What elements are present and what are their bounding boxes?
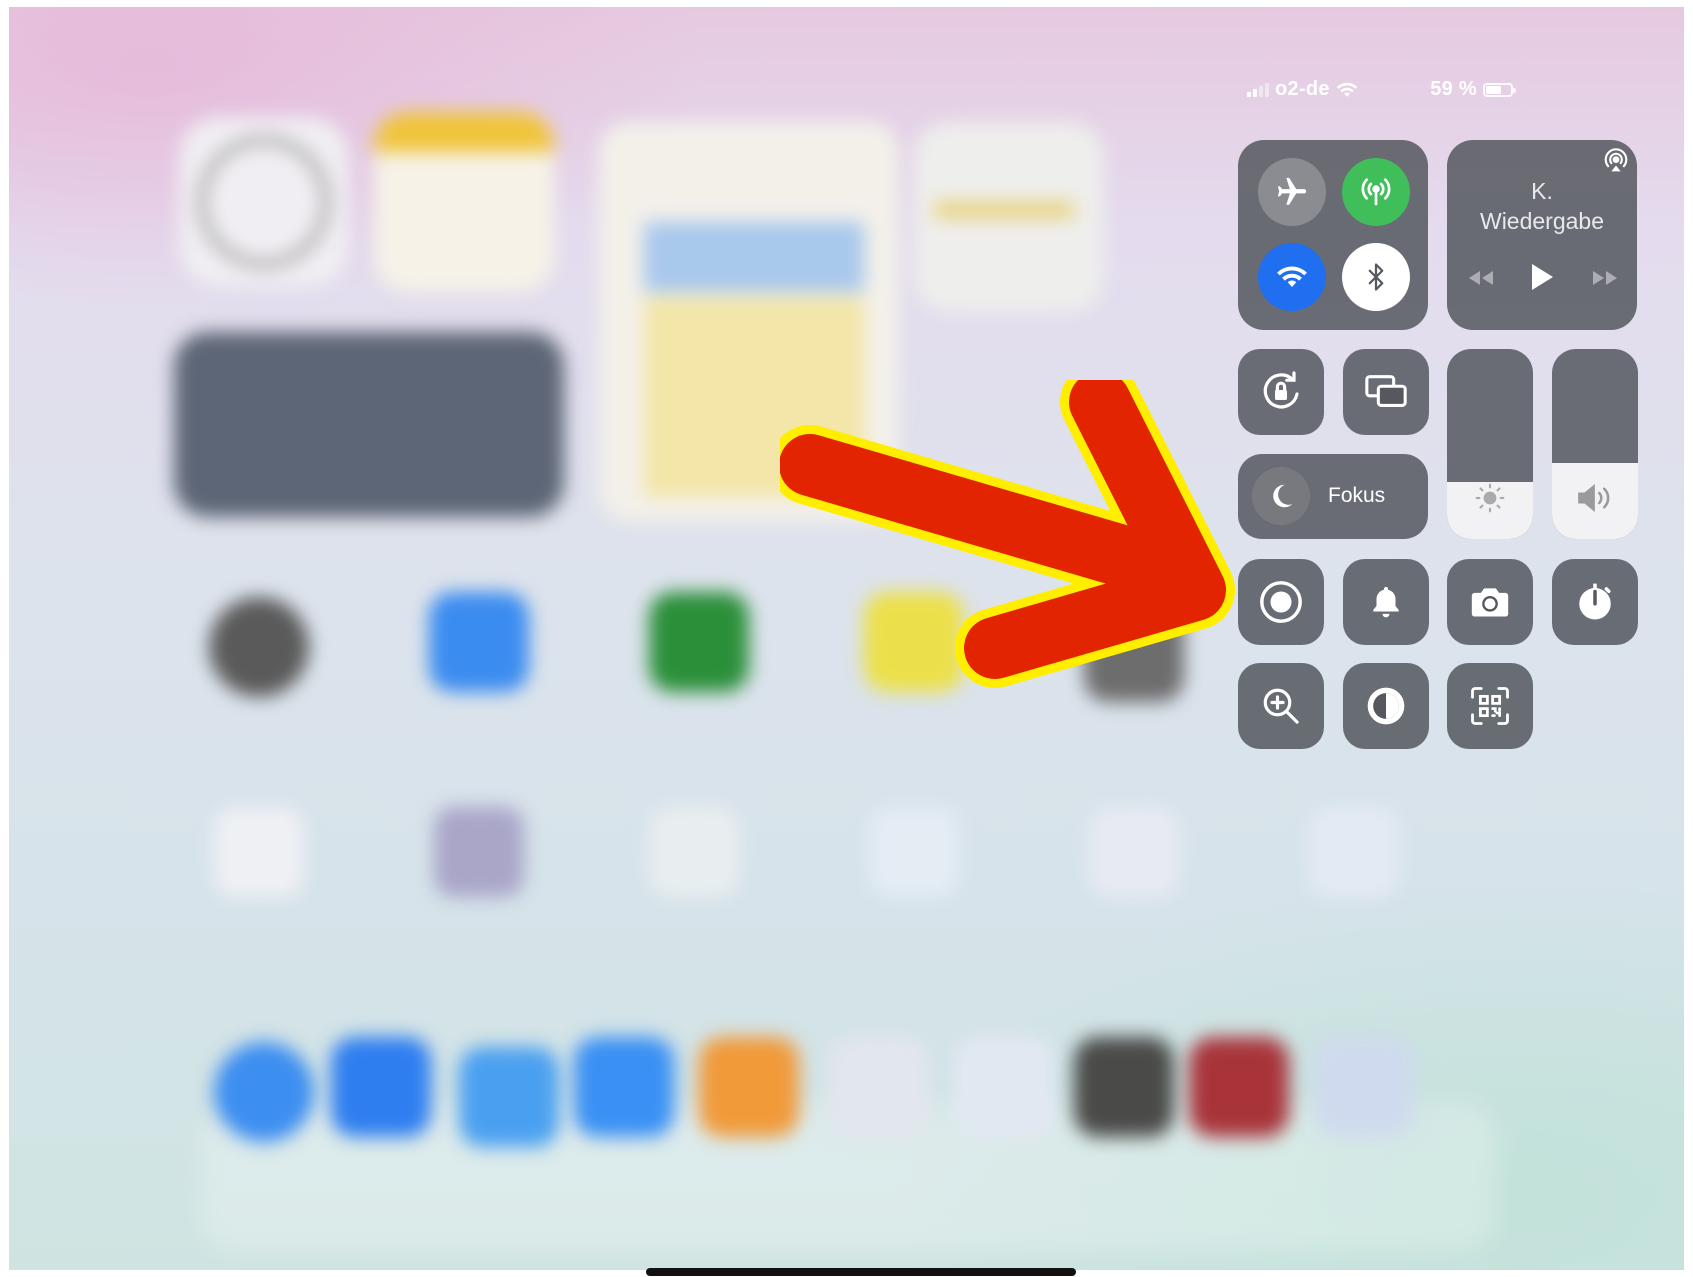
- airplane-mode-toggle[interactable]: [1258, 158, 1326, 226]
- rewind-button[interactable]: [1466, 268, 1496, 288]
- silent-mode-button[interactable]: [1343, 559, 1429, 645]
- dark-mode-button[interactable]: [1343, 663, 1429, 749]
- camera-button[interactable]: [1447, 559, 1533, 645]
- app-icon: [434, 807, 524, 897]
- app-icon: [649, 807, 739, 897]
- cellular-signal-icon: [1247, 82, 1269, 97]
- screen-mirroring-icon: [1365, 375, 1407, 407]
- app-icon: [869, 807, 959, 897]
- focus-icon-circle: [1252, 467, 1310, 525]
- focus-label: Fokus: [1328, 484, 1386, 507]
- play-button[interactable]: [1529, 262, 1555, 292]
- cellular-antenna-icon: [1361, 178, 1391, 206]
- bell-icon: [1373, 586, 1399, 618]
- clock-widget: [179, 117, 349, 287]
- now-playing-title-line2: Wiedergabe: [1479, 208, 1605, 234]
- magnifier-button[interactable]: [1238, 663, 1324, 749]
- pages-icon: [699, 1037, 799, 1137]
- code-scanner-button[interactable]: [1447, 663, 1533, 749]
- brightness-icon: [1475, 483, 1505, 513]
- app-icon: [829, 1037, 929, 1137]
- home-indicator: [646, 1268, 1076, 1276]
- app-icon: [1314, 1037, 1414, 1137]
- airplane-icon: [1277, 177, 1307, 205]
- timer-button[interactable]: [1552, 559, 1638, 645]
- app-store-icon: [429, 592, 529, 692]
- app-icon: [649, 592, 749, 692]
- screen-record-icon: [1260, 581, 1302, 623]
- screen-recording-button[interactable]: [1238, 559, 1324, 645]
- dark-mode-icon: [1367, 687, 1405, 725]
- app-icon: [214, 807, 304, 897]
- rotation-lock-button[interactable]: [1238, 349, 1324, 435]
- wifi-status-icon: [1336, 82, 1358, 97]
- reminders-widget: [914, 122, 1104, 312]
- bluetooth-toggle[interactable]: [1342, 243, 1410, 311]
- airplay-icon[interactable]: [1602, 148, 1630, 176]
- weather-widget: [174, 332, 564, 517]
- status-bar-right: 59 %: [1430, 78, 1516, 101]
- brightness-slider[interactable]: [1447, 349, 1533, 539]
- battery-percent: 59 %: [1430, 78, 1477, 100]
- cellular-data-toggle[interactable]: [1342, 158, 1410, 226]
- carrier-name: o2-de: [1275, 78, 1330, 100]
- bluetooth-icon: [1368, 263, 1384, 291]
- now-playing-title-line1: K.: [1531, 178, 1553, 204]
- files-icon: [459, 1047, 559, 1147]
- app-icon: [209, 597, 309, 697]
- battery-icon: [1483, 82, 1516, 97]
- wifi-toggle[interactable]: [1258, 243, 1326, 311]
- app-icon: [1189, 1037, 1289, 1137]
- app-icon: [1309, 807, 1399, 897]
- notes-widget: [374, 112, 554, 292]
- camera-icon: [1471, 588, 1509, 617]
- safari-icon: [214, 1042, 314, 1142]
- app-icon: [574, 1037, 674, 1137]
- app-icon: [954, 1037, 1054, 1137]
- wifi-icon: [1277, 266, 1307, 287]
- now-playing-title: K. Wiedergabe: [1447, 176, 1637, 236]
- annotation-arrow: [780, 380, 1235, 688]
- volume-slider[interactable]: [1552, 349, 1638, 539]
- zoom-icon: [331, 1037, 431, 1137]
- magnifier-icon: [1263, 688, 1299, 724]
- app-icon: [1074, 1037, 1174, 1137]
- fast-forward-button[interactable]: [1590, 268, 1620, 288]
- app-icon: [1089, 807, 1179, 897]
- moon-icon: [1273, 484, 1293, 508]
- qr-code-scanner-icon: [1471, 687, 1509, 725]
- screen-mirroring-button[interactable]: [1343, 349, 1429, 435]
- rotation-lock-icon: [1263, 371, 1299, 409]
- status-bar-left: o2-de: [1247, 78, 1358, 101]
- timer-icon: [1579, 583, 1611, 620]
- speaker-icon: [1578, 483, 1610, 513]
